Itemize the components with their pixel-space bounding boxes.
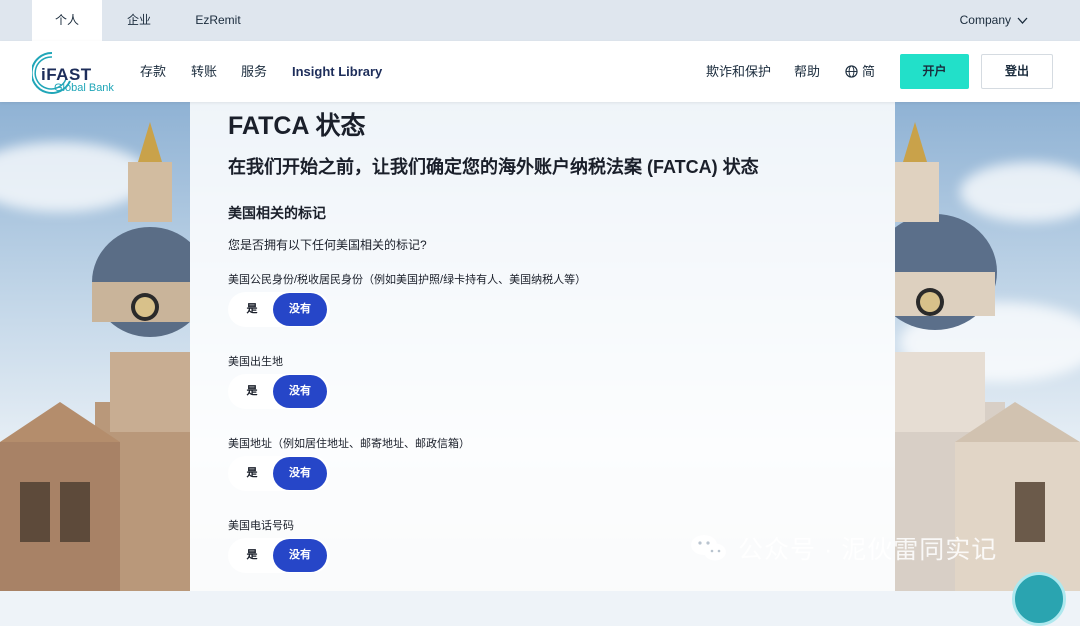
section-heading: 美国相关的标记 xyxy=(228,205,326,221)
ifast-logo[interactable]: iFAST Global Bank xyxy=(32,51,127,95)
tab-business[interactable]: 企业 xyxy=(104,0,174,41)
citizenship-toggle: 是 没有 xyxy=(228,292,330,327)
nav-item-help[interactable]: 帮助 xyxy=(794,41,820,102)
address-no-button[interactable]: 没有 xyxy=(273,457,327,490)
wechat-watermark: 公众号 · 泥伙雷同实记 xyxy=(690,530,997,566)
nav-item-transfer[interactable]: 转账 xyxy=(191,41,217,102)
question-label-address: 美国地址（例如居住地址、邮寄地址、邮政信箱） xyxy=(228,438,470,450)
birthplace-no-button[interactable]: 没有 xyxy=(273,375,327,408)
tab-personal[interactable]: 个人 xyxy=(32,0,102,41)
chevron-down-icon xyxy=(1017,17,1028,24)
page-title: FATCA 状态 xyxy=(228,112,366,140)
nav-item-insight-library[interactable]: Insight Library xyxy=(292,41,382,102)
logout-button[interactable]: 登出 xyxy=(981,54,1053,89)
birthplace-toggle: 是 没有 xyxy=(228,374,330,409)
avatar[interactable] xyxy=(1012,572,1066,626)
left-building-illustration xyxy=(0,122,190,591)
citizenship-no-button[interactable]: 没有 xyxy=(273,293,327,326)
company-label: Company xyxy=(959,13,1011,27)
address-yes-button[interactable]: 是 xyxy=(228,456,276,491)
logo-sub-text: Global Bank xyxy=(54,82,114,94)
wechat-icon xyxy=(691,535,726,561)
nav-item-fraud-protection[interactable]: 欺诈和保护 xyxy=(706,41,771,102)
question-label-citizenship: 美国公民身份/税收居民身份（例如美国护照/绿卡持有人、美国纳税人等） xyxy=(228,274,587,286)
page-subtitle: 在我们开始之前，让我们确定您的海外账户纳税法案 (FATCA) 状态 xyxy=(228,157,759,177)
phone-yes-button[interactable]: 是 xyxy=(228,538,276,573)
phone-no-button[interactable]: 没有 xyxy=(273,539,327,572)
right-building-illustration xyxy=(895,122,1080,591)
tab-ezremit[interactable]: EzRemit xyxy=(178,0,258,41)
globe-icon xyxy=(845,65,858,78)
main-navbar: iFAST Global Bank 存款 转账 服务 Insight Libra… xyxy=(0,41,1080,102)
nav-item-deposit[interactable]: 存款 xyxy=(140,41,166,102)
citizenship-yes-button[interactable]: 是 xyxy=(228,292,276,327)
birthplace-yes-button[interactable]: 是 xyxy=(228,374,276,409)
question-label-phone: 美国电话号码 xyxy=(228,520,294,532)
top-utility-bar: 个人 企业 EzRemit Company xyxy=(0,0,1080,41)
address-toggle: 是 没有 xyxy=(228,456,330,491)
phone-toggle: 是 没有 xyxy=(228,538,330,573)
language-switcher[interactable]: 简 xyxy=(845,41,875,102)
watermark-text: 公众号 · 泥伙雷同实记 xyxy=(738,536,998,564)
company-dropdown[interactable]: Company xyxy=(960,0,1028,41)
open-account-button[interactable]: 开户 xyxy=(900,54,969,89)
question-label-birthplace: 美国出生地 xyxy=(228,356,283,368)
question-text: 您是否拥有以下任何美国相关的标记? xyxy=(228,238,427,252)
language-label: 简 xyxy=(862,64,876,79)
nav-item-services[interactable]: 服务 xyxy=(241,41,267,102)
